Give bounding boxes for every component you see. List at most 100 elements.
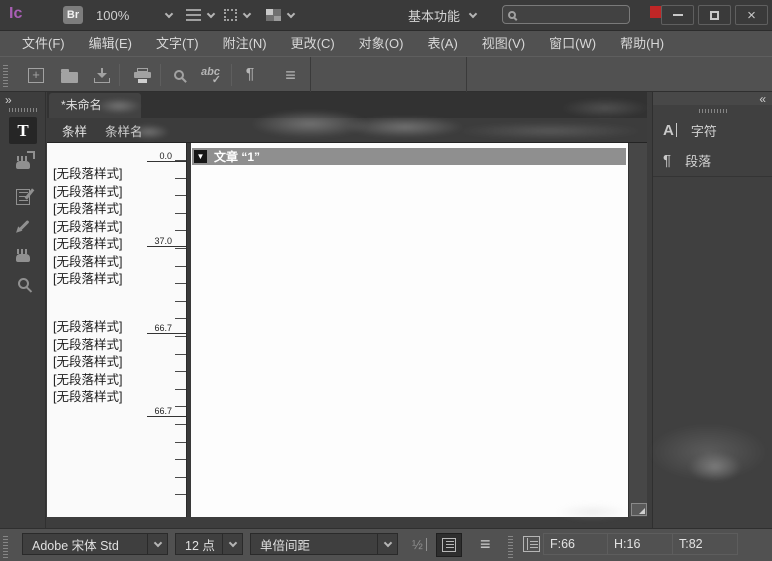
find-button[interactable] bbox=[166, 62, 192, 88]
view-options-dropdown[interactable] bbox=[186, 5, 214, 25]
font-size-select[interactable]: 12 点 bbox=[175, 533, 243, 555]
chevron-down-icon bbox=[153, 538, 161, 546]
printer-icon bbox=[134, 68, 151, 83]
drag-handle[interactable] bbox=[3, 63, 8, 87]
type-tool-button[interactable]: T bbox=[9, 117, 37, 144]
galley-info-button[interactable] bbox=[436, 533, 462, 557]
frame-grid-dropdown[interactable] bbox=[224, 5, 250, 25]
maximize-icon bbox=[710, 11, 719, 20]
open-button[interactable] bbox=[56, 62, 82, 88]
zoom-tool-icon bbox=[18, 278, 29, 289]
save-content-button[interactable] bbox=[89, 62, 115, 88]
drag-handle[interactable] bbox=[699, 109, 727, 113]
ruler-tick bbox=[175, 230, 186, 231]
leading-select[interactable]: 单倍间距 bbox=[250, 533, 398, 555]
ruler-tick bbox=[175, 301, 186, 302]
hand-tool-button[interactable] bbox=[9, 241, 37, 268]
note-tool-button[interactable] bbox=[9, 183, 37, 210]
statusbar: Adobe 宋体 Std 12 点 单倍间距 ½ ≡ F:66H:16T:82 bbox=[0, 528, 772, 561]
menu-item-2[interactable]: 编辑(E) bbox=[77, 31, 144, 57]
chevron-down-icon bbox=[243, 9, 251, 17]
statusbar-menu-button[interactable]: ≡ bbox=[480, 534, 491, 555]
font-family-value: Adobe 宋体 Std bbox=[23, 535, 147, 554]
chevron-down-icon bbox=[469, 9, 477, 17]
menu-item-3[interactable]: 文字(T) bbox=[144, 31, 211, 57]
view-tab-2[interactable]: 条样名 bbox=[105, 121, 143, 140]
ruler-label: 66.7 bbox=[154, 407, 172, 416]
save-icon bbox=[94, 68, 110, 83]
spellcheck-icon: abc✓ bbox=[201, 66, 221, 84]
workspace-switcher[interactable]: 基本功能 bbox=[408, 6, 476, 24]
zoom-tool-button[interactable] bbox=[9, 270, 37, 297]
tools-panel: » T bbox=[0, 92, 46, 528]
chevron-down-icon bbox=[165, 9, 173, 17]
screen-mode-dropdown[interactable] bbox=[266, 5, 294, 25]
search-box bbox=[502, 5, 630, 24]
ruler-tick bbox=[175, 424, 186, 425]
readout-cell-3: T:82 bbox=[673, 533, 738, 555]
position-tool-button[interactable] bbox=[9, 148, 37, 175]
spell-check-button[interactable]: abc✓ bbox=[198, 62, 224, 88]
hidden-characters-button[interactable]: ¶ bbox=[237, 62, 263, 88]
ruler-major-line bbox=[147, 416, 186, 417]
overset-indicator-button[interactable] bbox=[631, 503, 647, 516]
menu-item-5[interactable]: 更改(C) bbox=[279, 31, 347, 57]
toolbar-separator bbox=[231, 64, 232, 86]
view-tab-1[interactable]: 条样 bbox=[62, 121, 87, 140]
menu-item-8[interactable]: 视图(V) bbox=[470, 31, 537, 57]
leading-value: 单倍间距 bbox=[251, 535, 377, 554]
document-tab[interactable]: *未命名 bbox=[49, 93, 141, 118]
vertical-scrollbar[interactable] bbox=[628, 143, 647, 517]
ruler-tick bbox=[175, 266, 186, 267]
character-icon: A bbox=[663, 122, 674, 139]
drag-handle[interactable] bbox=[9, 108, 37, 112]
view-tab-bar: 条样条样名 bbox=[47, 118, 647, 143]
toolbar-menu-button[interactable]: ≡ bbox=[278, 62, 304, 88]
font-size-value: 12 点 bbox=[176, 535, 222, 554]
ruler-tick bbox=[175, 318, 186, 319]
position-tool-icon bbox=[16, 161, 30, 169]
minimize-button[interactable] bbox=[661, 5, 694, 25]
character-panel-tab[interactable]: A 字符 bbox=[653, 116, 772, 144]
new-document-button[interactable]: + bbox=[23, 62, 49, 88]
zoom-level-dropdown[interactable]: 100% bbox=[96, 6, 172, 24]
readout-cell-2: H:16 bbox=[608, 533, 673, 555]
chevron-down-icon bbox=[383, 538, 391, 546]
copyfit-readouts: F:66H:16T:82 bbox=[543, 533, 738, 555]
bridge-button[interactable]: Br bbox=[63, 6, 83, 24]
collapse-story-button[interactable]: ▼ bbox=[194, 150, 207, 163]
menu-item-9[interactable]: 窗口(W) bbox=[537, 31, 608, 57]
toolbar-separator bbox=[160, 64, 161, 86]
menu-item-1[interactable]: 文件(F) bbox=[10, 31, 77, 57]
maximize-button[interactable] bbox=[698, 5, 731, 25]
ruler-tick bbox=[175, 248, 186, 249]
menu-item-4[interactable]: 附注(N) bbox=[211, 31, 279, 57]
story-editor[interactable]: ▼ 文章 “1” bbox=[191, 143, 628, 517]
double-chevron-right-icon[interactable]: » bbox=[5, 93, 11, 107]
chevron-down-icon bbox=[287, 9, 295, 17]
ruler-tick bbox=[175, 213, 186, 214]
print-button[interactable] bbox=[129, 62, 155, 88]
ruler-tick bbox=[175, 477, 186, 478]
ruler-major-line bbox=[147, 161, 186, 162]
double-chevron-left-icon[interactable]: « bbox=[759, 92, 765, 106]
menu-item-10[interactable]: 帮助(H) bbox=[608, 31, 676, 57]
drag-handle[interactable] bbox=[3, 534, 8, 558]
close-button[interactable]: × bbox=[735, 5, 768, 25]
menu-item-6[interactable]: 对象(O) bbox=[347, 31, 416, 57]
ruler-tick bbox=[175, 459, 186, 460]
new-document-icon: + bbox=[28, 68, 44, 83]
search-icon bbox=[508, 11, 516, 19]
ruler-tick bbox=[175, 442, 186, 443]
fraction-icon[interactable]: ½ bbox=[412, 537, 427, 552]
ruler-major-line bbox=[147, 333, 186, 334]
eyedropper-tool-button[interactable] bbox=[9, 212, 37, 239]
paragraph-panel-tab[interactable]: ¶ 段落 bbox=[653, 146, 772, 174]
ruler-tick bbox=[175, 494, 186, 495]
toolbar-separator bbox=[119, 64, 120, 86]
story-header[interactable]: ▼ 文章 “1” bbox=[192, 148, 626, 165]
menu-item-7[interactable]: 表(A) bbox=[415, 31, 469, 57]
search-input[interactable] bbox=[521, 8, 621, 22]
drag-handle[interactable] bbox=[508, 534, 513, 558]
font-family-select[interactable]: Adobe 宋体 Std bbox=[22, 533, 168, 555]
